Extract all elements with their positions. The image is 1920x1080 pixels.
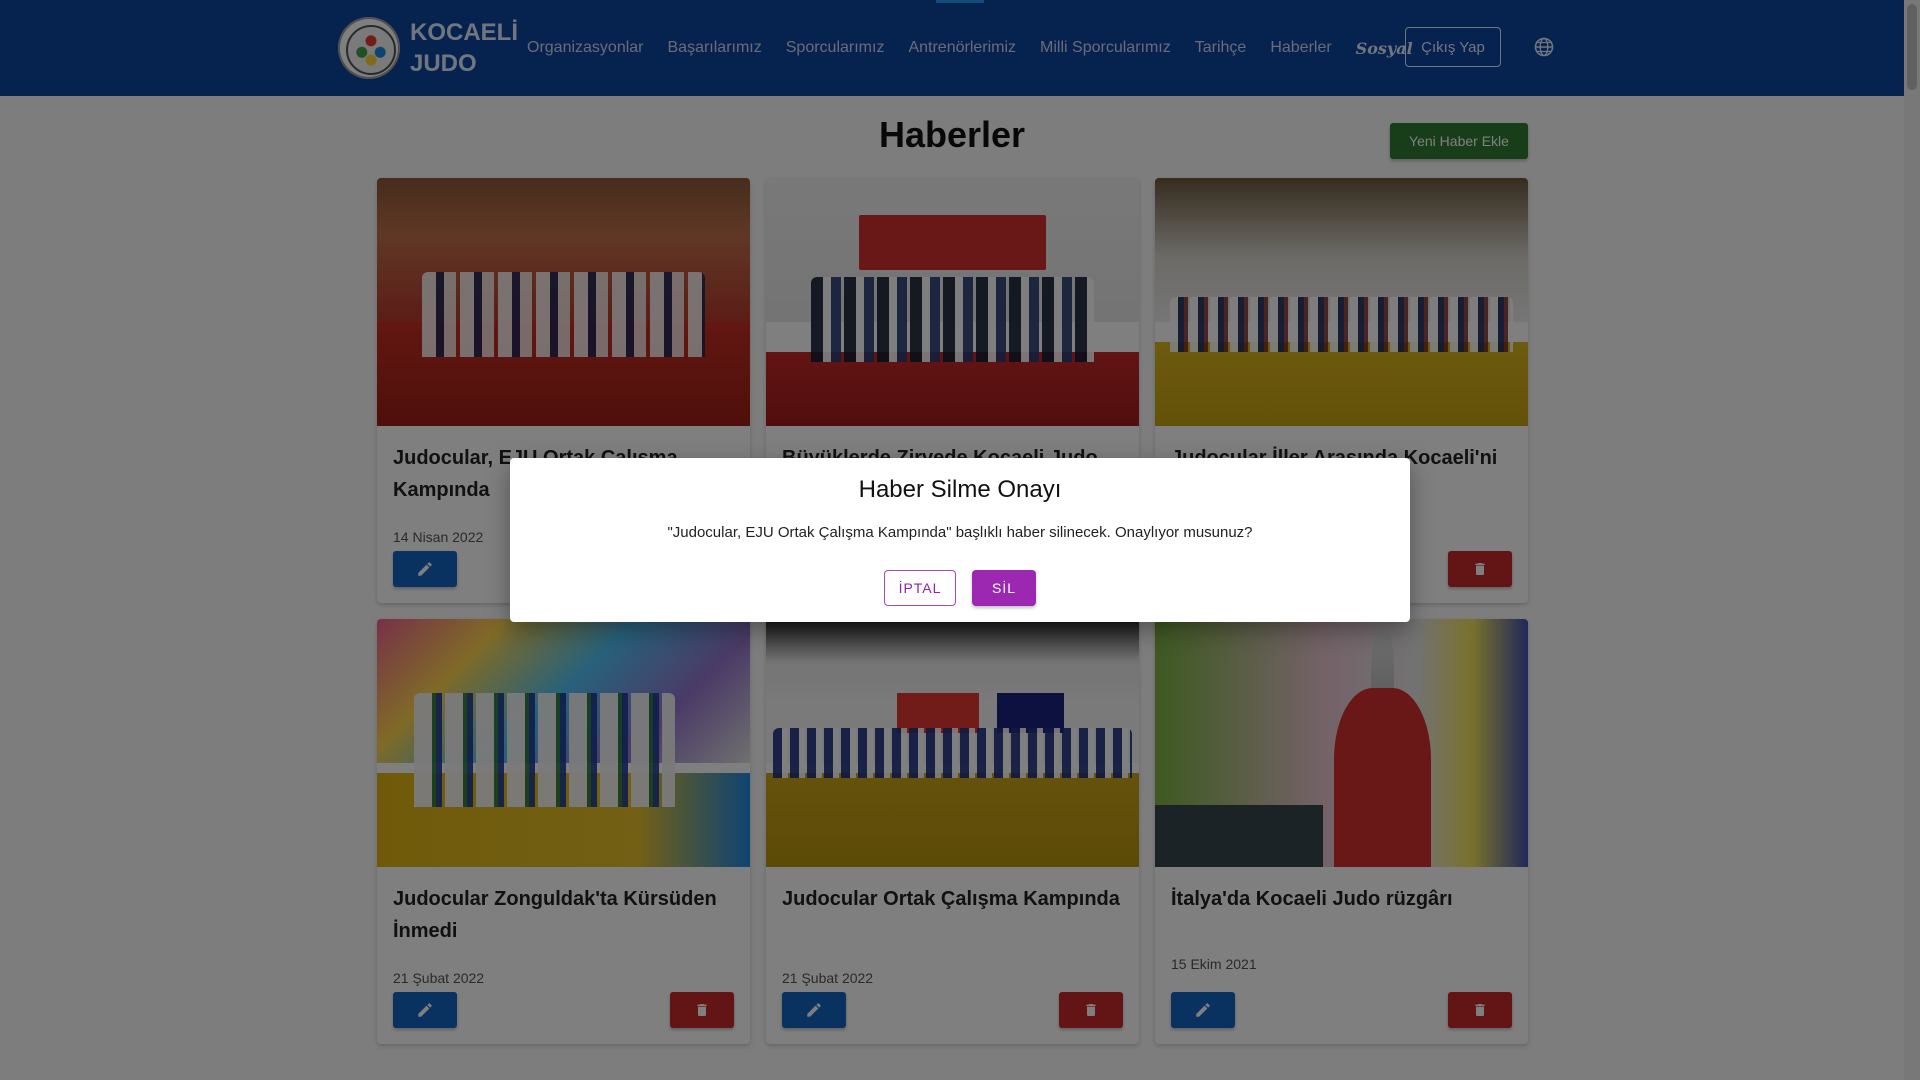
delete-confirm-dialog: Haber Silme Onayı "Judocular, EJU Ortak …: [510, 458, 1410, 622]
confirm-delete-button[interactable]: SİL: [972, 570, 1036, 606]
dialog-title: Haber Silme Onayı: [858, 476, 1062, 503]
dialog-message: "Judocular, EJU Ortak Çalışma Kampında" …: [667, 524, 1253, 541]
cancel-button[interactable]: İPTAL: [884, 570, 956, 606]
